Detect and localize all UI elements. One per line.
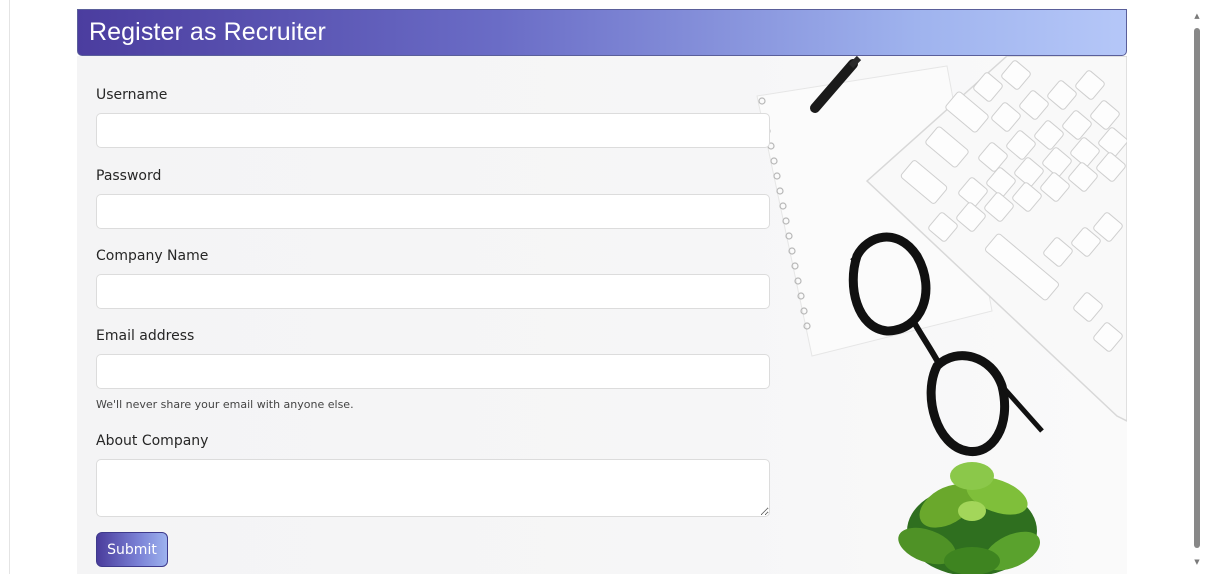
password-input[interactable] [96,194,770,229]
email-label: Email address [96,328,195,344]
scroll-up-icon[interactable]: ▲ [1192,11,1202,21]
company-name-label: Company Name [96,248,209,264]
pen-icon [810,56,862,113]
glasses-icon [848,232,1044,457]
password-label: Password [96,168,162,184]
username-input[interactable] [96,113,770,148]
email-input[interactable] [96,354,770,389]
scroll-down-icon[interactable]: ▼ [1192,557,1202,567]
about-company-label: About Company [96,433,209,449]
keyboard-icon [865,56,1127,422]
username-label: Username [96,87,168,103]
email-help-text: We'll never share your email with anyone… [96,398,354,411]
company-name-input[interactable] [96,274,770,309]
vertical-scrollbar[interactable]: ▲ ▼ [1192,9,1202,567]
about-company-textarea[interactable] [96,459,770,517]
scroll-thumb[interactable] [1194,28,1200,548]
submit-button[interactable]: Submit [96,532,168,567]
registration-form: Username Password Company Name Email add… [77,56,1127,574]
notebook-icon [756,65,993,357]
page-title: Register as Recruiter [89,18,326,46]
page-left-border [9,0,10,574]
page: Register as Recruiter Username Password … [0,0,1209,574]
page-header: Register as Recruiter [77,9,1127,56]
succulent-plant-icon [898,462,1041,574]
